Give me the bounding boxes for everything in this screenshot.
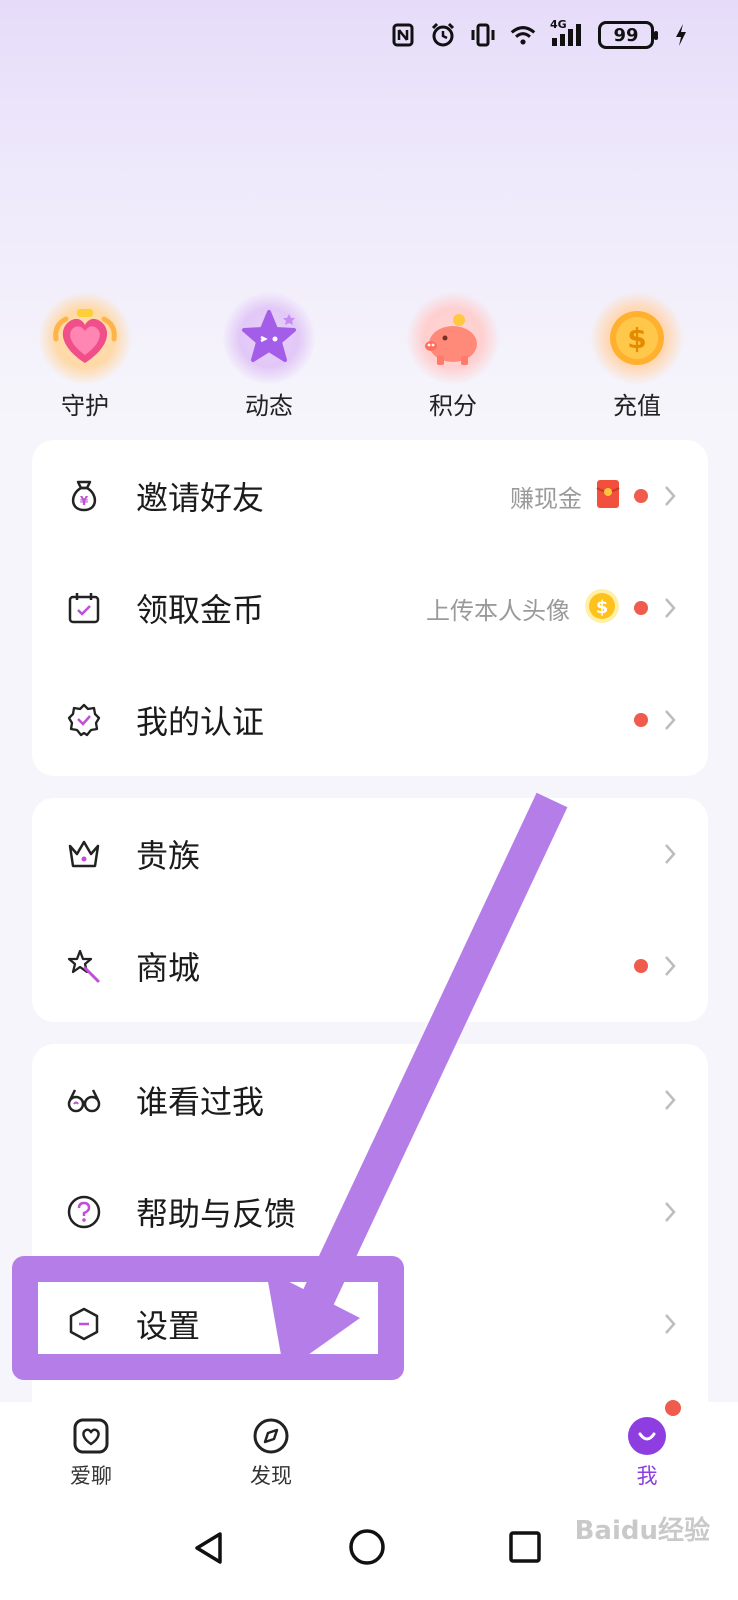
signal-4g-icon: 4G	[550, 18, 584, 48]
crown-icon	[66, 836, 102, 872]
notification-dot	[665, 1400, 681, 1416]
menu-item-hint: 上传本人头像	[426, 596, 570, 625]
notification-dot	[634, 713, 648, 727]
svg-text:$: $	[627, 322, 646, 355]
quick-action-moments[interactable]: 动态	[214, 292, 324, 421]
menu-item-right: 上传本人头像 $	[426, 588, 678, 628]
notification-dot	[634, 601, 648, 615]
svg-text:$: $	[596, 597, 609, 618]
chevron-right-icon	[665, 1314, 676, 1334]
charging-icon	[668, 22, 694, 48]
star-icon	[223, 292, 315, 384]
notification-dot	[634, 959, 648, 973]
tab-discover[interactable]: 发现	[226, 1416, 316, 1490]
quick-action-label: 动态	[245, 392, 293, 420]
menu-item-hint: 赚现金	[510, 484, 582, 513]
chevron-right-icon	[665, 844, 676, 864]
gold-coin-icon: $	[584, 588, 620, 628]
menu-item-label: 设置	[136, 1307, 201, 1345]
menu-item-my-verification[interactable]: 我的认证	[32, 664, 708, 776]
recents-icon[interactable]	[508, 1530, 542, 1564]
menu-item-who-viewed-me[interactable]: 谁看过我	[32, 1044, 708, 1156]
guard-heart-icon	[39, 292, 131, 384]
watermark: Baidu经验	[574, 1516, 710, 1546]
chevron-right-icon	[665, 1202, 676, 1222]
menu-item-right	[662, 1088, 678, 1112]
menu-item-label: 领取金币	[136, 591, 265, 629]
verified-badge-icon	[66, 702, 102, 738]
menu-item-right	[662, 1200, 678, 1224]
menu-item-store[interactable]: 商城	[32, 910, 708, 1022]
battery-indicator: 99	[598, 21, 658, 49]
piggy-bank-icon	[407, 292, 499, 384]
red-envelope-icon	[596, 479, 620, 513]
menu-item-label: 贵族	[136, 837, 201, 875]
menu-item-settings[interactable]: 设置	[32, 1268, 708, 1380]
alarm-icon	[430, 22, 456, 48]
network-label: 4G	[550, 18, 567, 31]
quick-action-label: 守护	[61, 392, 109, 420]
menu-item-label: 谁看过我	[136, 1083, 265, 1121]
nfc-icon	[390, 22, 416, 48]
menu-item-right	[662, 842, 678, 866]
menu-item-label: 商城	[136, 949, 201, 987]
menu-item-right	[662, 1312, 678, 1336]
profile-smile-icon	[627, 1400, 681, 1456]
notification-dot	[634, 489, 648, 503]
bottom-tab-bar: 爱聊 发现 我	[0, 1400, 738, 1506]
menu-item-right	[634, 708, 678, 732]
menu-item-label: 邀请好友	[136, 479, 265, 517]
calendar-check-icon	[66, 590, 102, 626]
vibrate-icon	[470, 22, 496, 48]
menu-card-vip: 贵族 商城	[32, 798, 708, 1022]
battery-level: 99	[613, 24, 639, 46]
menu-item-nobility[interactable]: 贵族	[32, 798, 708, 910]
tab-label: 我	[636, 1464, 658, 1488]
menu-item-invite-friends[interactable]: ¥ 邀请好友 赚现金	[32, 440, 708, 552]
tab-me[interactable]: 我	[602, 1400, 692, 1490]
chevron-right-icon	[665, 1090, 676, 1110]
chevron-right-icon	[665, 598, 676, 618]
tab-chat[interactable]: 爱聊	[46, 1416, 136, 1490]
menu-item-help-feedback[interactable]: 帮助与反馈	[32, 1156, 708, 1268]
magic-wand-icon	[66, 948, 102, 984]
quick-action-label: 充值	[613, 392, 661, 420]
svg-text:¥: ¥	[80, 494, 89, 508]
coin-icon: $	[591, 292, 683, 384]
menu-card-general: 谁看过我 帮助与反馈 设置	[32, 1044, 708, 1404]
help-icon	[66, 1194, 102, 1230]
home-icon[interactable]	[348, 1528, 386, 1566]
menu-item-label: 我的认证	[136, 703, 265, 741]
chevron-right-icon	[665, 956, 676, 976]
settings-hexagon-icon	[66, 1306, 102, 1342]
menu-item-right: 赚现金	[510, 479, 678, 514]
tab-label: 发现	[250, 1464, 292, 1488]
menu-card-account: ¥ 邀请好友 赚现金 领取金币 上传本人头像 $ 我的认证	[32, 440, 708, 776]
quick-action-recharge[interactable]: $ 充值	[582, 292, 692, 421]
quick-action-label: 积分	[429, 392, 477, 420]
wifi-icon	[510, 22, 536, 48]
chevron-right-icon	[665, 710, 676, 730]
chat-heart-icon	[73, 1418, 109, 1454]
menu-item-right	[634, 954, 678, 978]
status-bar: 4G 99	[390, 18, 694, 52]
back-icon[interactable]	[192, 1530, 226, 1566]
quick-action-guard[interactable]: 守护	[30, 292, 140, 421]
glasses-icon	[66, 1082, 102, 1118]
quick-action-points[interactable]: 积分	[398, 292, 508, 421]
tab-label: 爱聊	[70, 1464, 112, 1488]
menu-item-collect-coins[interactable]: 领取金币 上传本人头像 $	[32, 552, 708, 664]
menu-item-label: 帮助与反馈	[136, 1195, 297, 1233]
quick-actions: 守护 动态 积分 $ 充值	[0, 292, 738, 422]
chevron-right-icon	[665, 486, 676, 506]
money-bag-icon: ¥	[66, 478, 102, 514]
compass-icon	[253, 1418, 289, 1454]
